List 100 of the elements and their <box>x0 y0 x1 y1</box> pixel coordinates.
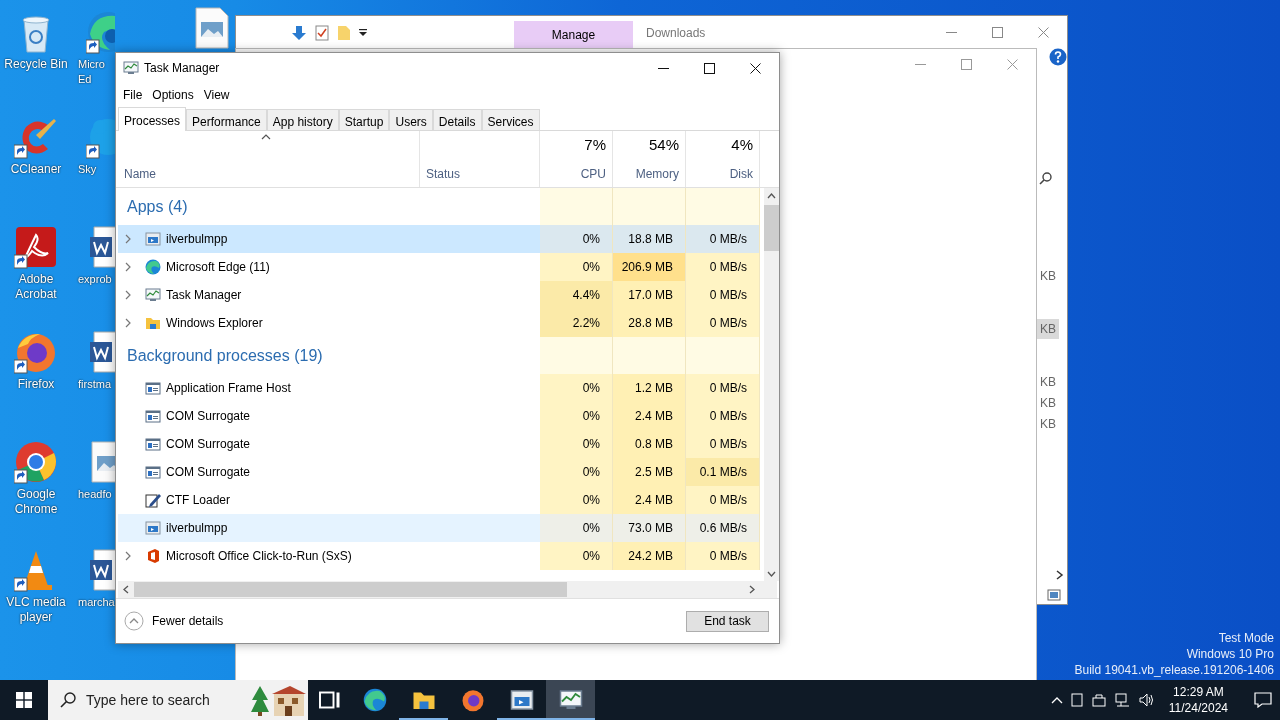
tablet-icon[interactable] <box>1070 693 1083 707</box>
column-percent[interactable]: 4% <box>731 134 753 157</box>
taskbar-button[interactable] <box>546 680 595 720</box>
network-icon[interactable] <box>1114 693 1131 707</box>
column-header[interactable]: Status <box>426 165 533 183</box>
metric-cell: 0% <box>540 402 613 430</box>
column-header[interactable]: Name <box>124 165 156 183</box>
menu-item[interactable]: View <box>198 83 235 105</box>
start-button[interactable] <box>16 692 32 708</box>
size-text: KB <box>1039 374 1057 391</box>
tab[interactable]: App history <box>266 109 339 130</box>
volume-icon[interactable] <box>1138 693 1155 707</box>
process-name[interactable]: Task Manager <box>166 286 242 304</box>
end-task-button[interactable]: End task <box>686 610 769 632</box>
group-heading[interactable]: Apps (4) <box>127 194 188 219</box>
process-name[interactable]: Microsoft Edge (11) <box>166 258 270 276</box>
menu-item[interactable]: File <box>118 83 148 105</box>
ribbon-tab[interactable]: Manage <box>514 21 633 49</box>
briefcase-icon[interactable] <box>1090 693 1107 707</box>
metric-cell: 0 MB/s <box>686 402 760 430</box>
metric-cell: 0 MB/s <box>686 309 760 337</box>
document-curve-icon[interactable] <box>14 225 58 269</box>
tab[interactable]: Startup <box>338 109 390 130</box>
column-percent[interactable]: 7% <box>584 134 606 157</box>
app-window-icon[interactable] <box>509 688 534 712</box>
tab[interactable]: Performance <box>186 109 267 130</box>
fox-globe-icon[interactable] <box>460 688 485 712</box>
search-field[interactable]: Type here to search <box>48 680 308 720</box>
download-arrow-icon[interactable] <box>291 24 307 41</box>
window-icon <box>145 380 161 396</box>
column-header[interactable]: Memory <box>635 165 679 183</box>
window-icon <box>145 408 161 424</box>
dropdown-icon[interactable] <box>359 28 367 37</box>
pencil-icon <box>145 492 161 508</box>
chevron-icon[interactable] <box>125 262 131 272</box>
metric-cell: 0% <box>540 225 613 253</box>
monitor-chart-icon[interactable] <box>558 688 583 712</box>
swirl-icon[interactable] <box>362 688 387 712</box>
tab[interactable]: Details <box>432 109 482 130</box>
notification-icon[interactable] <box>1254 692 1272 708</box>
scroll-thumb[interactable] <box>134 582 567 597</box>
tab[interactable]: Processes <box>118 107 187 131</box>
scroll-up-icon[interactable] <box>767 193 776 199</box>
name-cell[interactable]: ilverbulmpp <box>118 514 420 542</box>
chevron-icon[interactable] <box>125 234 131 244</box>
chevron-icon[interactable] <box>125 290 131 300</box>
tree-house-drawing <box>250 684 308 716</box>
show-hidden-icon[interactable] <box>1050 696 1063 704</box>
metric-cell: 2.4 MB <box>613 402 686 430</box>
swirl-icon[interactable] <box>86 10 115 54</box>
process-name[interactable]: COM Surrogate <box>166 435 251 453</box>
maximize-button[interactable] <box>704 62 715 74</box>
scroll-thumb[interactable] <box>764 205 779 251</box>
process-name[interactable]: Microsoft Office Click-to-Run (SxS) <box>166 547 352 565</box>
menu-item[interactable]: Options <box>147 83 199 105</box>
scroll-down-icon[interactable] <box>767 571 776 577</box>
metric-cell: 0% <box>540 253 613 281</box>
metric-cell: 0 MB/s <box>686 253 760 281</box>
column-header[interactable]: CPU <box>580 165 606 183</box>
search-icon <box>60 692 76 708</box>
browser-circle-icon[interactable] <box>14 440 58 484</box>
metric-cell: 0.6 MB/s <box>686 514 760 542</box>
process-name[interactable]: ilverbulmpp <box>166 230 228 248</box>
search-placeholder: Type here to search <box>86 690 210 710</box>
column-header[interactable]: Disk <box>729 165 753 183</box>
chevron-icon[interactable] <box>125 318 131 328</box>
process-name[interactable]: Windows Explorer <box>166 314 263 332</box>
metric-cell: 0 MB/s <box>686 281 760 309</box>
help-icon[interactable] <box>1049 48 1067 66</box>
scroll-left-icon[interactable] <box>123 585 129 594</box>
close-button[interactable] <box>750 62 761 74</box>
monitor-chart-icon <box>145 287 161 303</box>
scroll-right-icon[interactable] <box>749 585 755 594</box>
sort-caret-icon[interactable] <box>260 134 271 140</box>
chevron-icon[interactable] <box>125 551 131 561</box>
checklist-icon[interactable] <box>315 24 329 41</box>
size-text: KB <box>1039 395 1057 412</box>
group-heading[interactable]: Background processes (19) <box>127 343 323 368</box>
metric-cell: 0% <box>540 458 613 486</box>
fewer-details-link[interactable]: Fewer details <box>152 612 224 630</box>
app-window-icon <box>145 231 161 247</box>
metric-cell: 0 MB/s <box>686 225 760 253</box>
scroll-right-icon[interactable] <box>1056 570 1064 580</box>
view-thumbnail-icon[interactable] <box>1047 589 1061 601</box>
tab[interactable]: Services <box>481 109 540 130</box>
metric-cell: 0 MB/s <box>686 542 760 570</box>
clock-time[interactable]: 12:29 AM <box>1168 684 1228 700</box>
name-cell[interactable]: ilverbulmpp <box>118 225 420 253</box>
process-name[interactable]: Application Frame Host <box>166 379 291 397</box>
metric-cell: 2.4 MB <box>613 486 686 514</box>
size-text: KB <box>1037 319 1059 339</box>
tab[interactable]: Users <box>389 109 433 130</box>
office-icon <box>145 548 161 564</box>
process-name[interactable]: COM Surrogate <box>166 463 251 481</box>
clock-date[interactable]: 11/24/2024 <box>1168 700 1228 716</box>
column-percent[interactable]: 54% <box>648 134 679 157</box>
search-icon[interactable] <box>1039 171 1053 185</box>
process-name[interactable]: CTF Loader <box>166 491 231 509</box>
process-name[interactable]: COM Surrogate <box>166 407 251 425</box>
process-name[interactable]: ilverbulmpp <box>166 519 228 537</box>
